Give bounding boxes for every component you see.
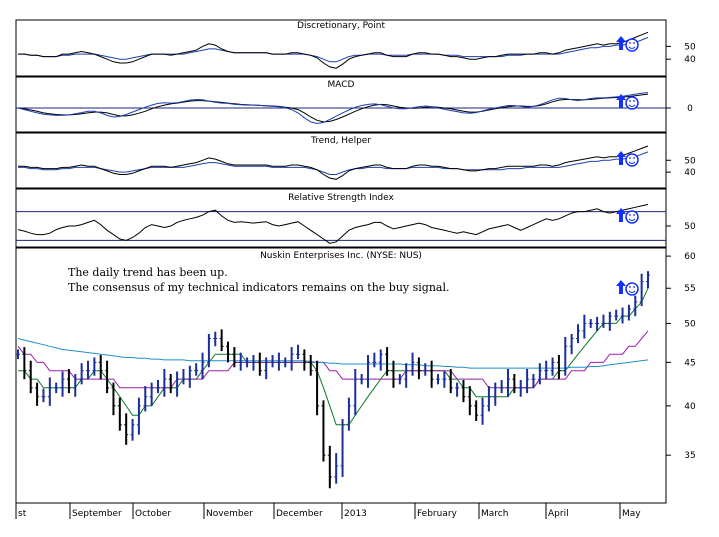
smiley-eye-left bbox=[629, 100, 631, 102]
x-tick-label-6: February bbox=[417, 509, 458, 519]
series-line-discretionary-0 bbox=[18, 36, 649, 63]
smiley-eye-right bbox=[633, 214, 635, 216]
panel-title-trend-helper: Trend, Helper bbox=[310, 136, 371, 146]
smiley-icon bbox=[625, 210, 639, 224]
series-line-rsi-0 bbox=[17, 203, 649, 244]
y-tick-label-price-3: 45 bbox=[684, 358, 695, 368]
smiley-icon bbox=[625, 282, 639, 296]
panel-title-price: Nuskin Enterprises Inc. (NYSE: NUS) bbox=[260, 251, 422, 261]
series-line-discretionary-1 bbox=[18, 31, 649, 69]
buy-signal-group-4 bbox=[616, 280, 639, 296]
up-arrow-icon bbox=[616, 36, 626, 50]
smiley-eye-left bbox=[629, 214, 631, 216]
y-tick-label-rsi-0: 50 bbox=[684, 222, 696, 232]
chart-window: Discretionary, Point MACD Trend, Helper … bbox=[0, 0, 719, 537]
x-tick-label-1: September bbox=[72, 509, 122, 519]
buy-signal-group-0 bbox=[616, 36, 639, 52]
y-tick-label-price-1: 55 bbox=[684, 284, 695, 294]
annotation-consensus: The consensus of my technical indicators… bbox=[68, 281, 450, 294]
buy-signal-group-2 bbox=[616, 151, 639, 167]
x-tick-label-5: 2013 bbox=[344, 509, 367, 519]
smiley-eye-left bbox=[629, 286, 631, 288]
y-tick-label-trend_helper-0: 50 bbox=[684, 156, 696, 166]
smiley-icon bbox=[625, 38, 639, 52]
y-tick-label-macd-0: 0 bbox=[687, 104, 693, 114]
panel-title-macd: MACD bbox=[328, 80, 355, 90]
buy-signal-group-3 bbox=[616, 208, 639, 224]
smiley-eye-right bbox=[633, 100, 635, 102]
y-tick-label-trend_helper-1: 40 bbox=[684, 168, 696, 178]
y-tick-label-discretionary-0: 50 bbox=[684, 42, 696, 52]
panel-title-discretionary: Discretionary, Point bbox=[297, 21, 385, 31]
annotation-trend: The daily trend has been up. bbox=[68, 266, 228, 279]
y-tick-label-price-5: 35 bbox=[684, 451, 695, 461]
up-arrow-icon bbox=[616, 280, 626, 294]
x-tick-label-8: April bbox=[548, 509, 569, 519]
x-tick-label-2: October bbox=[135, 509, 171, 519]
y-tick-label-price-4: 40 bbox=[684, 402, 696, 412]
smiley-icon bbox=[625, 96, 639, 110]
smiley-eye-left bbox=[629, 42, 631, 44]
x-tick-label-4: December bbox=[276, 509, 323, 519]
x-tick-label-0: st bbox=[18, 509, 27, 519]
panel-title-rsi: Relative Strength Index bbox=[288, 193, 394, 203]
smiley-eye-right bbox=[633, 42, 635, 44]
y-tick-label-discretionary-1: 40 bbox=[684, 55, 696, 65]
up-arrow-icon bbox=[616, 151, 626, 165]
x-tick-label-3: November bbox=[206, 509, 253, 519]
x-tick-label-7: March bbox=[481, 509, 508, 519]
y-tick-label-price-2: 50 bbox=[684, 319, 696, 329]
x-tick-label-9: May bbox=[622, 509, 641, 519]
series-line-trend_helper-0 bbox=[18, 151, 649, 175]
stock-chart: Discretionary, Point MACD Trend, Helper … bbox=[15, 19, 696, 519]
y-tick-label-price-0: 60 bbox=[684, 252, 696, 262]
smiley-eye-right bbox=[633, 286, 635, 288]
smiley-eye-left bbox=[629, 157, 631, 159]
smiley-icon bbox=[625, 153, 639, 167]
smiley-eye-right bbox=[633, 157, 635, 159]
